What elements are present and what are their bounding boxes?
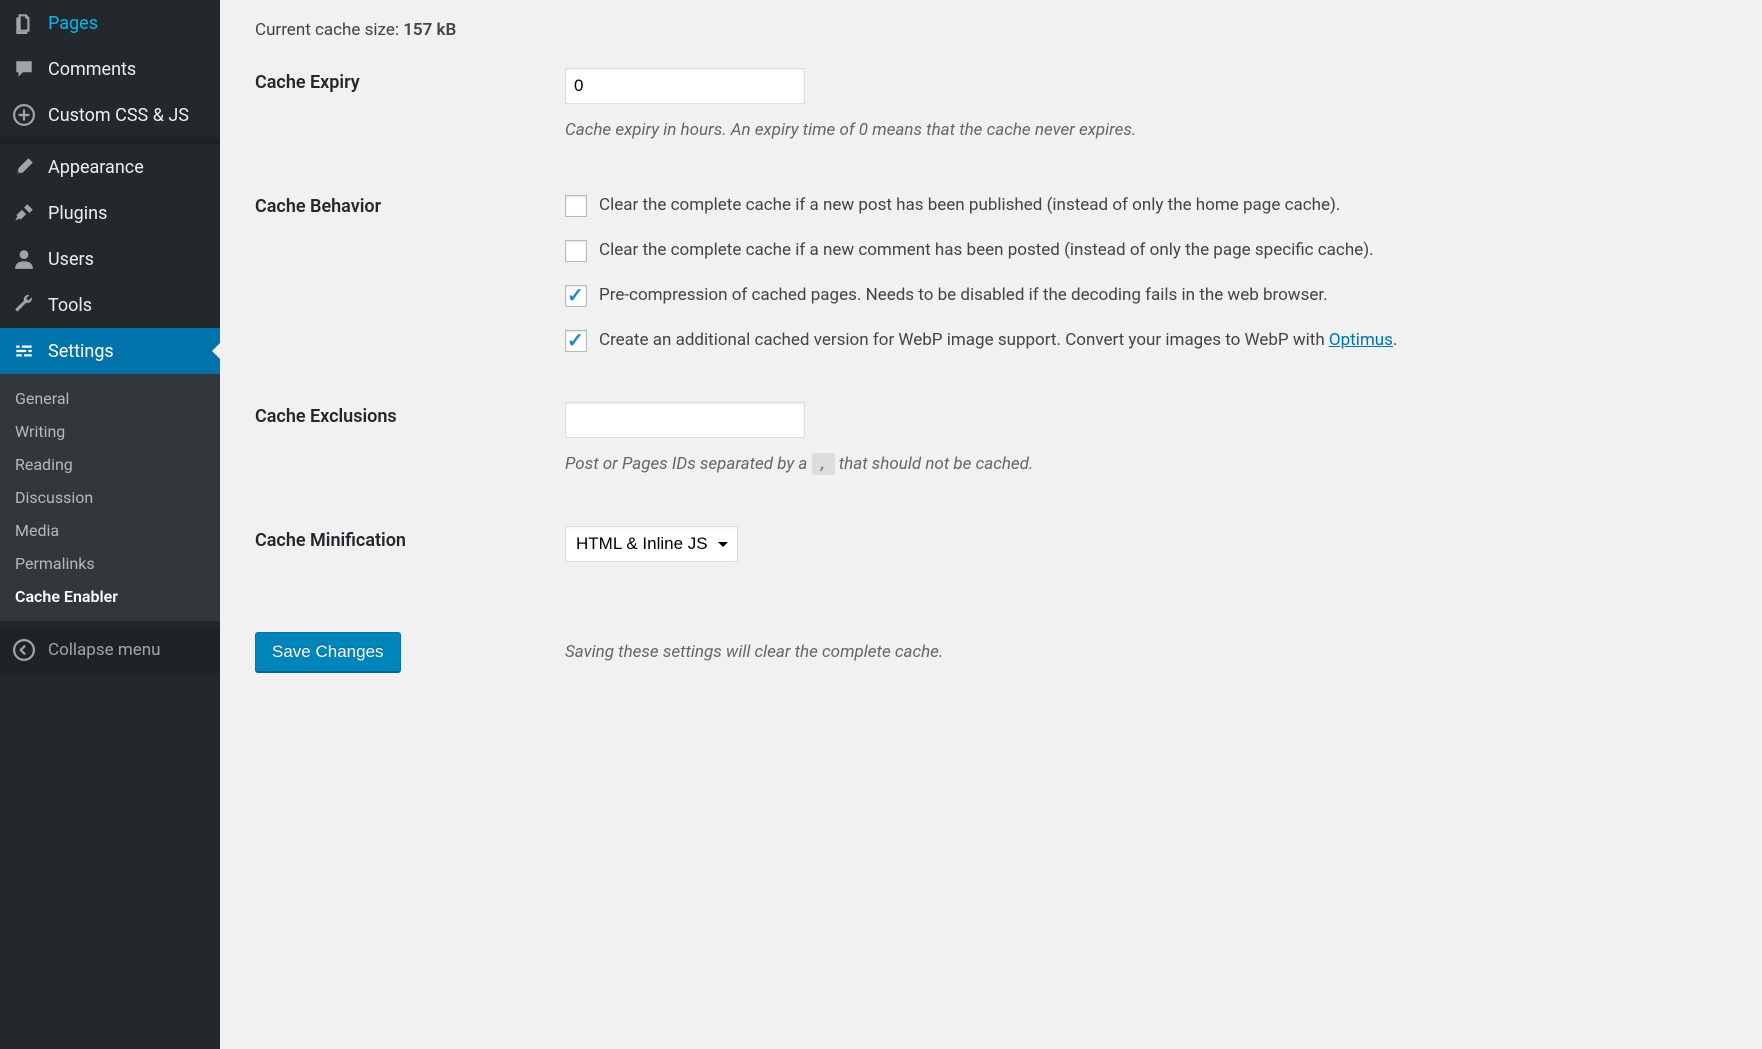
collapse-menu-button[interactable]: Collapse menu: [0, 627, 220, 673]
submenu-item-media[interactable]: Media: [0, 514, 220, 547]
comment-icon: [12, 57, 36, 81]
sidebar-item-label: Tools: [48, 295, 92, 316]
behavior-opt-precompress-text: Pre-compression of cached pages. Needs t…: [599, 282, 1445, 309]
submenu-item-discussion[interactable]: Discussion: [0, 481, 220, 514]
sidebar-item-label: Settings: [48, 341, 114, 362]
admin-sidebar: Pages Comments Custom CSS & JS Appearanc…: [0, 0, 220, 1049]
pages-icon: [12, 11, 36, 35]
collapse-icon: [12, 638, 36, 662]
sidebar-item-plugins[interactable]: Plugins: [0, 190, 220, 236]
sidebar-item-label: Comments: [48, 59, 136, 80]
behavior-opt-webp[interactable]: Create an additional cached version for …: [565, 327, 1445, 354]
cache-minification-select[interactable]: HTML & Inline JS: [565, 526, 738, 562]
behavior-opt-precompress-checkbox[interactable]: [565, 285, 587, 307]
cache-behavior-label: Cache Behavior: [255, 192, 565, 217]
behavior-opt-new-post-checkbox[interactable]: [565, 195, 587, 217]
save-desc: Saving these settings will clear the com…: [565, 642, 943, 662]
behavior-opt-webp-text: Create an additional cached version for …: [599, 327, 1445, 354]
sidebar-item-label: Pages: [48, 13, 98, 34]
sidebar-item-label: Appearance: [48, 157, 144, 178]
settings-main: Current cache size: 157 kB Cache Expiry …: [220, 0, 1762, 1049]
sidebar-item-custom-css-js[interactable]: Custom CSS & JS: [0, 92, 220, 138]
submenu-item-cache-enabler[interactable]: Cache Enabler: [0, 580, 220, 613]
cache-exclusions-input[interactable]: [565, 402, 805, 438]
behavior-opt-new-comment-checkbox[interactable]: [565, 240, 587, 262]
behavior-opt-new-comment[interactable]: Clear the complete cache if a new commen…: [565, 237, 1445, 264]
separator-code: ,: [812, 453, 835, 475]
cache-size-display: Current cache size: 157 kB: [255, 20, 1727, 40]
row-cache-behavior: Cache Behavior Clear the complete cache …: [255, 192, 1727, 355]
row-cache-exclusions: Cache Exclusions Post or Pages IDs separ…: [255, 402, 1727, 478]
cache-exclusions-desc: Post or Pages IDs separated by a , that …: [565, 452, 1445, 478]
cache-exclusions-label: Cache Exclusions: [255, 402, 565, 427]
row-cache-expiry: Cache Expiry Cache expiry in hours. An e…: [255, 68, 1727, 144]
save-row: Save Changes Saving these settings will …: [255, 632, 1727, 672]
row-cache-minification: Cache Minification HTML & Inline JS: [255, 526, 1727, 562]
sidebar-item-appearance[interactable]: Appearance: [0, 144, 220, 190]
sidebar-item-label: Plugins: [48, 203, 107, 224]
optimus-link[interactable]: Optimus: [1329, 330, 1393, 350]
cache-size-value: 157 kB: [403, 20, 456, 40]
submenu-item-general[interactable]: General: [0, 382, 220, 415]
user-icon: [12, 247, 36, 271]
submenu-item-reading[interactable]: Reading: [0, 448, 220, 481]
sidebar-item-tools[interactable]: Tools: [0, 282, 220, 328]
plus-circle-icon: [12, 103, 36, 127]
sidebar-item-users[interactable]: Users: [0, 236, 220, 282]
cache-minification-label: Cache Minification: [255, 526, 565, 551]
cache-expiry-desc: Cache expiry in hours. An expiry time of…: [565, 118, 1445, 144]
behavior-opt-new-comment-text: Clear the complete cache if a new commen…: [599, 237, 1445, 264]
sidebar-item-pages[interactable]: Pages: [0, 0, 220, 46]
collapse-menu-label: Collapse menu: [48, 640, 161, 660]
sidebar-item-comments[interactable]: Comments: [0, 46, 220, 92]
cache-expiry-label: Cache Expiry: [255, 68, 565, 93]
submenu-item-permalinks[interactable]: Permalinks: [0, 547, 220, 580]
submenu-item-writing[interactable]: Writing: [0, 415, 220, 448]
sidebar-item-label: Users: [48, 249, 94, 270]
sliders-icon: [12, 339, 36, 363]
behavior-opt-new-post-text: Clear the complete cache if a new post h…: [599, 192, 1445, 219]
save-button[interactable]: Save Changes: [255, 632, 401, 672]
brush-icon: [12, 155, 36, 179]
wrench-icon: [12, 293, 36, 317]
behavior-opt-webp-checkbox[interactable]: [565, 330, 587, 352]
sidebar-item-settings[interactable]: Settings: [0, 328, 220, 374]
behavior-opt-precompress[interactable]: Pre-compression of cached pages. Needs t…: [565, 282, 1445, 309]
plug-icon: [12, 201, 36, 225]
sidebar-item-label: Custom CSS & JS: [48, 105, 189, 126]
cache-expiry-input[interactable]: [565, 68, 805, 104]
settings-submenu: General Writing Reading Discussion Media…: [0, 374, 220, 621]
cache-size-prefix: Current cache size:: [255, 20, 403, 40]
behavior-opt-new-post[interactable]: Clear the complete cache if a new post h…: [565, 192, 1445, 219]
